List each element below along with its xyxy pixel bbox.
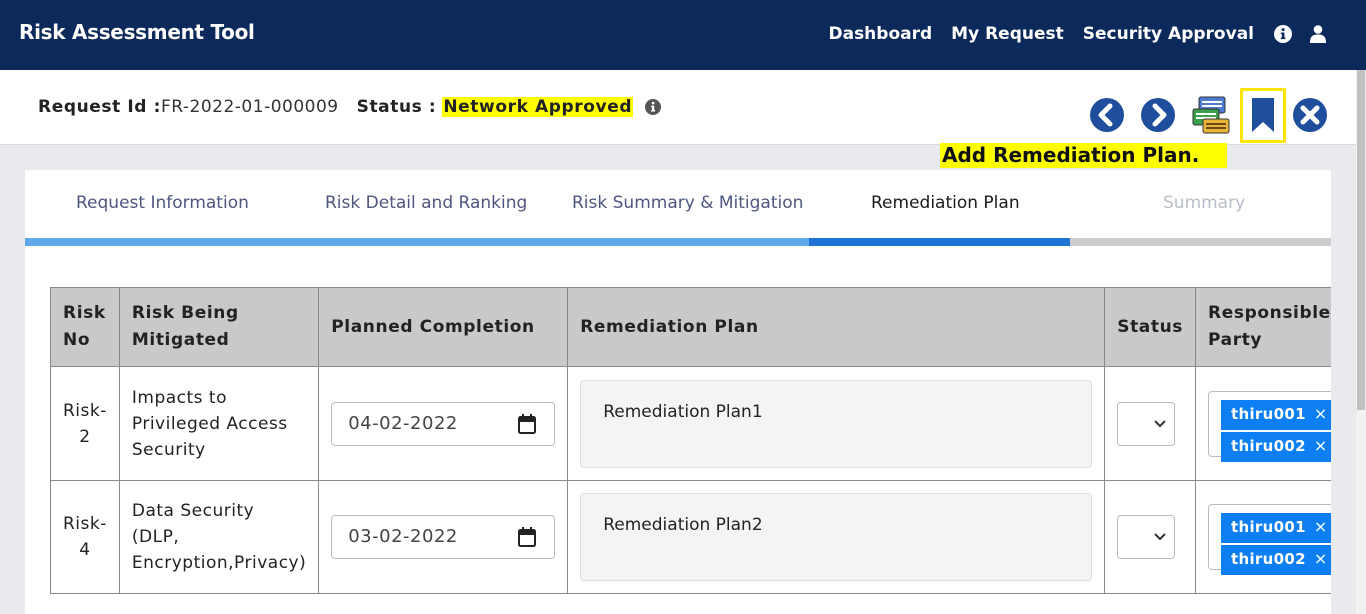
col-planned-completion: Planned Completion — [318, 287, 569, 367]
col-remediation-plan: Remediation Plan — [567, 287, 1106, 367]
wizard-tabs: Request Information Risk Detail and Rank… — [25, 170, 1331, 246]
tab-remediation-plan[interactable]: Remediation Plan — [871, 193, 1020, 213]
remove-chip-icon[interactable]: × — [1314, 404, 1328, 423]
progress-active — [809, 238, 1070, 246]
progress-todo — [1070, 238, 1331, 246]
status-info-icon[interactable] — [645, 99, 662, 115]
tab-risk-detail-ranking[interactable]: Risk Detail and Ranking — [325, 193, 527, 213]
request-summary: Request Id : FR-2022-01-000009 Status : … — [38, 97, 662, 117]
action-toolbar — [1089, 87, 1343, 143]
remove-chip-icon[interactable]: × — [1314, 549, 1328, 568]
user-icon[interactable] — [1310, 25, 1328, 43]
col-risk-no: Risk No — [50, 287, 120, 367]
progress-done — [25, 238, 809, 246]
remediation-plan-textarea[interactable]: Remediation Plan1 — [580, 379, 1093, 468]
request-header: Request Id : FR-2022-01-000009 Status : … — [0, 70, 1356, 145]
status-badge: Network Approved — [442, 97, 634, 117]
conversation-icon[interactable] — [1191, 95, 1231, 135]
party-chip[interactable]: thiru002 × — [1221, 431, 1331, 462]
remove-chip-icon[interactable]: × — [1314, 436, 1328, 455]
col-responsible-party: Responsible Party — [1195, 287, 1331, 367]
next-arrow-icon[interactable] — [1140, 97, 1176, 133]
tooltip-add-remediation-plan: Add Remediation Plan. — [940, 143, 1228, 168]
calendar-icon[interactable] — [518, 527, 537, 547]
table-row: Risk- 2 Impacts to Privileged Access Securi… — [50, 366, 1331, 481]
tab-summary: Summary — [1163, 193, 1246, 213]
scrollbar-thumb[interactable] — [1357, 70, 1365, 410]
responsible-party-select[interactable]: thiru001 × thiru002 × — [1208, 390, 1331, 462]
app-title[interactable]: Risk Assessment Tool — [19, 20, 255, 44]
nav-dashboard[interactable]: Dashboard — [828, 24, 932, 44]
page-scrollbar[interactable] — [1356, 70, 1366, 614]
previous-arrow-icon[interactable] — [1089, 97, 1125, 133]
chevron-down-icon — [1154, 533, 1166, 541]
col-status: Status — [1104, 287, 1197, 367]
table-header-row: Risk No Risk Being Mitigated Planned Compl… — [50, 287, 1331, 367]
col-risk-mitigated: Risk Being Mitigated — [118, 287, 320, 367]
tab-request-information[interactable]: Request Information — [76, 193, 249, 213]
risk-name-cell: Data Security (DLP, Encryption,Privacy) — [118, 480, 320, 594]
table-row: Risk- 4 Data Security (DLP, Encryption,Pri… — [50, 480, 1331, 594]
add-remediation-plan-button[interactable] — [1240, 87, 1286, 143]
planned-date-input[interactable]: 03-02-2022 — [331, 515, 556, 559]
nav-security-approval[interactable]: Security Approval — [1083, 24, 1254, 44]
wizard-card: Request Information Risk Detail and Rank… — [25, 170, 1331, 614]
remove-chip-icon[interactable]: × — [1314, 517, 1328, 536]
main-nav: Dashboard My Request Security Approval — [809, 24, 1328, 44]
request-id-label: Request Id : — [38, 97, 161, 117]
risk-name-cell: Impacts to Privileged Access Security — [118, 366, 320, 481]
party-chip[interactable]: thiru001 × — [1221, 399, 1331, 430]
bookmark-icon — [1252, 98, 1274, 132]
close-icon[interactable] — [1292, 97, 1328, 133]
calendar-icon[interactable] — [518, 413, 537, 434]
chevron-down-icon — [1154, 419, 1166, 427]
party-chip[interactable]: thiru001 × — [1221, 513, 1331, 543]
status-select[interactable] — [1117, 515, 1176, 559]
tab-risk-summary-mitigation[interactable]: Risk Summary & Mitigation — [572, 193, 803, 213]
info-icon[interactable] — [1274, 25, 1292, 43]
status-select[interactable] — [1117, 401, 1176, 446]
risk-no-cell: Risk- 2 — [50, 366, 120, 481]
planned-date-input[interactable]: 04-02-2022 — [331, 401, 556, 446]
top-nav-bar: Risk Assessment Tool Dashboard My Reques… — [0, 0, 1366, 70]
party-chip[interactable]: thiru002 × — [1221, 545, 1331, 575]
request-id-value: FR-2022-01-000009 — [161, 97, 339, 117]
risk-no-cell: Risk- 4 — [50, 480, 120, 594]
responsible-party-select[interactable]: thiru001 × thiru002 × — [1208, 504, 1331, 575]
remediation-plan-textarea[interactable]: Remediation Plan2 — [580, 493, 1093, 581]
status-label: Status : — [356, 97, 437, 117]
nav-my-request[interactable]: My Request — [951, 24, 1064, 44]
remediation-table: Risk No Risk Being Mitigated Planned Compl… — [50, 287, 1331, 594]
